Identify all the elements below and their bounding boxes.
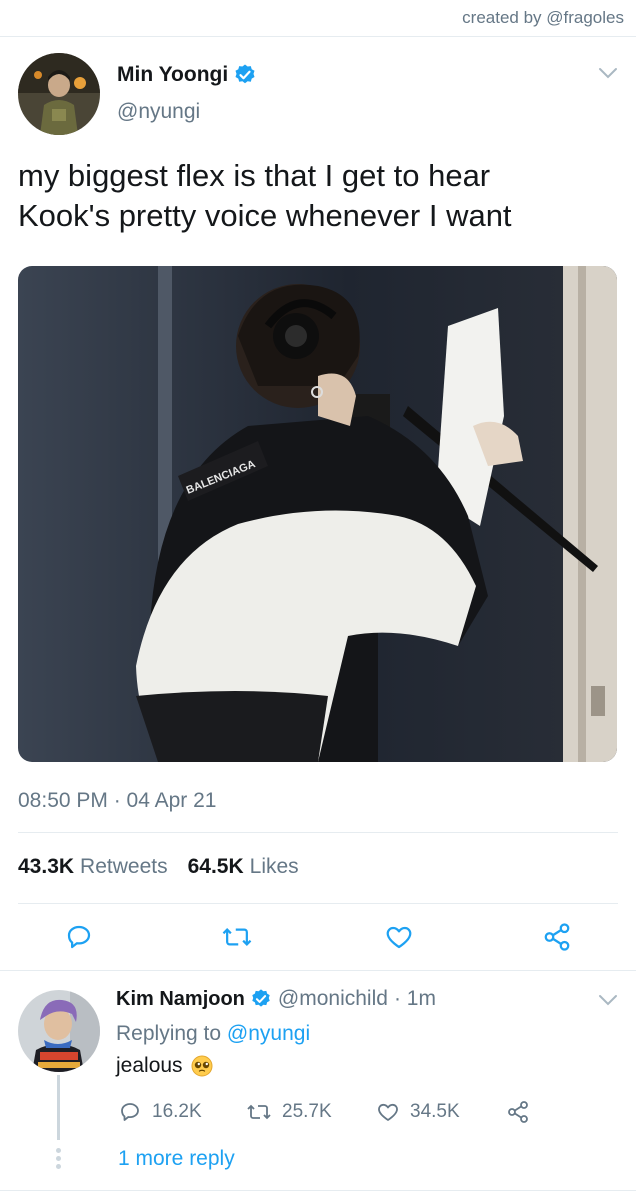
tweet-media-image[interactable]: BALENCIAGA bbox=[18, 266, 617, 762]
author-name[interactable]: Min Yoongi bbox=[117, 63, 228, 87]
more-replies-link[interactable]: 1 more reply bbox=[118, 1147, 235, 1171]
verified-badge-icon bbox=[233, 63, 257, 87]
reply-text-content: jealous bbox=[116, 1054, 183, 1077]
author-handle[interactable]: @nyungi bbox=[117, 100, 200, 124]
tweet-text-line: my biggest flex is that I get to hear bbox=[18, 158, 491, 193]
retweet-icon bbox=[222, 928, 252, 946]
tweet-text: my biggest flex is that I get to hear Ko… bbox=[18, 156, 608, 236]
share-icon bbox=[508, 1101, 528, 1123]
thread-dot bbox=[56, 1156, 61, 1161]
reply-icon bbox=[121, 1103, 139, 1121]
author-avatar[interactable] bbox=[18, 53, 100, 135]
reply-like-button[interactable]: 34.5K bbox=[376, 1100, 460, 1124]
like-button[interactable] bbox=[382, 920, 416, 954]
divider bbox=[18, 832, 618, 833]
verified-badge-icon bbox=[250, 988, 272, 1010]
tweet-stats: 43.3K Retweets 64.5K Likes bbox=[18, 855, 299, 879]
heart-icon bbox=[386, 926, 412, 949]
reply-text: jealous bbox=[116, 1054, 213, 1078]
top-divider bbox=[0, 36, 636, 37]
likes-count: 64.5K bbox=[187, 855, 244, 878]
retweets-stat[interactable]: 43.3K Retweets bbox=[18, 855, 168, 879]
divider bbox=[18, 903, 618, 904]
credit-text: created by @fragoles bbox=[462, 8, 624, 27]
reply-button[interactable] bbox=[62, 920, 96, 954]
divider bbox=[0, 970, 636, 971]
reply-author-avatar[interactable] bbox=[18, 990, 100, 1072]
reply-icon bbox=[67, 925, 91, 949]
likes-label: Likes bbox=[249, 855, 299, 878]
pleading-face-emoji-icon bbox=[191, 1055, 213, 1077]
replying-to: Replying to @nyungi bbox=[116, 1022, 310, 1046]
thread-dot bbox=[56, 1164, 61, 1169]
replying-to-link[interactable]: @nyungi bbox=[227, 1022, 310, 1045]
share-icon bbox=[544, 923, 570, 951]
replying-to-prefix: Replying to bbox=[116, 1022, 222, 1045]
likes-stat[interactable]: 64.5K Likes bbox=[188, 855, 299, 879]
tweet-text-line: Kook's pretty voice whenever I want bbox=[18, 198, 512, 233]
retweets-label: Retweets bbox=[80, 855, 168, 878]
reply-header: Kim Namjoon @monichild · 1m bbox=[116, 987, 436, 1011]
retweets-count: 43.3K bbox=[18, 855, 75, 878]
reply-share-button[interactable] bbox=[506, 1100, 540, 1124]
reply-reply-button[interactable]: 16.2K bbox=[118, 1100, 202, 1124]
share-button[interactable] bbox=[540, 920, 574, 954]
tweet-timestamp[interactable]: 08:50 PM · 04 Apr 21 bbox=[18, 789, 216, 813]
reply-retweet-button[interactable]: 25.7K bbox=[246, 1100, 332, 1124]
reply-like-count: 34.5K bbox=[410, 1101, 460, 1122]
retweet-icon bbox=[247, 1104, 271, 1120]
heart-icon bbox=[378, 1103, 398, 1121]
thread-dot bbox=[56, 1148, 61, 1153]
thread-line bbox=[57, 1075, 60, 1140]
reply-author-handle[interactable]: @monichild bbox=[278, 987, 388, 1011]
reply-reply-count: 16.2K bbox=[152, 1101, 202, 1122]
reply-retweet-count: 25.7K bbox=[282, 1101, 332, 1122]
divider bbox=[0, 1190, 636, 1191]
reply-author-name[interactable]: Kim Namjoon bbox=[116, 988, 245, 1011]
chevron-down-icon[interactable] bbox=[597, 66, 619, 85]
chevron-down-icon[interactable] bbox=[597, 993, 619, 1012]
reply-time: · 1m bbox=[393, 987, 436, 1010]
author-name-row: Min Yoongi bbox=[117, 63, 257, 87]
retweet-button[interactable] bbox=[220, 920, 254, 954]
